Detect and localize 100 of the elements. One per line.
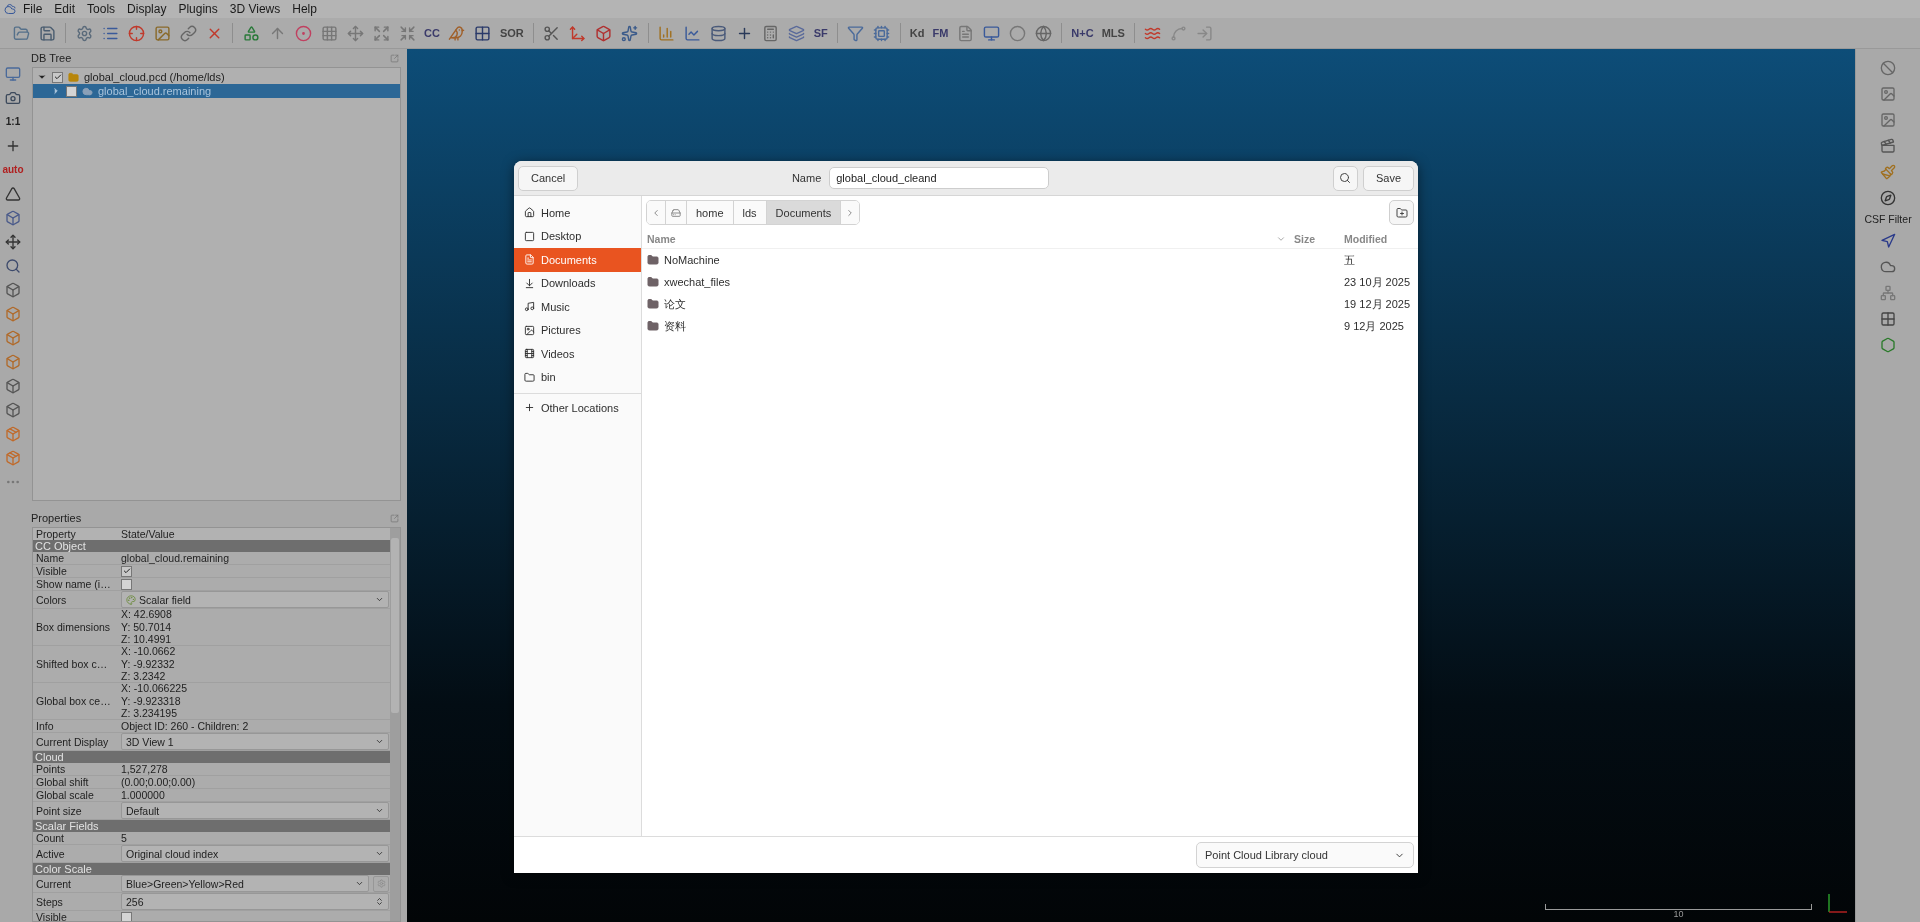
menu-item[interactable]: File bbox=[18, 2, 48, 16]
file-row[interactable]: NoMachine 五 bbox=[642, 249, 1418, 271]
checkbox[interactable] bbox=[121, 911, 132, 921]
property-name: Count bbox=[35, 832, 66, 844]
home-icon bbox=[524, 207, 535, 219]
toolbar-button[interactable]: Kd bbox=[907, 22, 927, 44]
dropdown[interactable]: Default bbox=[121, 802, 389, 819]
property-name: Current bbox=[35, 877, 72, 890]
menu-item[interactable]: Plugins bbox=[173, 2, 223, 16]
plus-icon bbox=[524, 402, 535, 414]
checkbox[interactable] bbox=[66, 85, 77, 97]
new-folder-button[interactable] bbox=[1389, 200, 1414, 225]
name-field[interactable]: global_cloud_cleand bbox=[829, 167, 1050, 189]
property-name: Colors bbox=[35, 593, 68, 606]
places-item[interactable]: Videos bbox=[514, 342, 641, 366]
places-item[interactable]: Home bbox=[514, 201, 641, 225]
desktop-icon bbox=[524, 230, 535, 242]
section-title: CC Object bbox=[35, 540, 86, 552]
property-name: Visible bbox=[35, 911, 68, 921]
column-header[interactable]: Modified bbox=[1344, 232, 1418, 245]
undock-icon[interactable] bbox=[390, 513, 399, 523]
document-icon bbox=[524, 254, 535, 266]
property-name: Info bbox=[35, 720, 55, 732]
menu-item[interactable]: Edit bbox=[49, 2, 81, 16]
caret-icon bbox=[355, 879, 364, 888]
places-item[interactable]: Other Locations bbox=[514, 396, 641, 420]
places-item[interactable]: bin bbox=[514, 365, 641, 389]
expand-arrow-icon[interactable] bbox=[51, 86, 61, 96]
dropdown[interactable]: Scalar field bbox=[121, 591, 389, 608]
places-item[interactable]: Downloads bbox=[514, 271, 641, 295]
places-item[interactable]: Pictures bbox=[514, 318, 641, 342]
caret-icon bbox=[375, 595, 384, 604]
settings-button[interactable] bbox=[373, 875, 389, 892]
save-button[interactable]: Save bbox=[1362, 165, 1414, 191]
checkbox[interactable] bbox=[52, 71, 63, 83]
undock-icon[interactable] bbox=[390, 53, 399, 63]
dropdown[interactable]: Blue>Green>Yellow>Red bbox=[121, 875, 369, 892]
places-item[interactable]: Music bbox=[514, 295, 641, 319]
cloud-icon bbox=[82, 85, 93, 97]
toolbar-button[interactable]: SOR bbox=[497, 22, 526, 44]
toolbar-button[interactable]: 1:1 bbox=[5, 111, 21, 132]
3d-view[interactable] bbox=[407, 49, 1855, 922]
property-value: Y: 50.7014 bbox=[121, 620, 173, 634]
music-icon bbox=[524, 301, 535, 313]
section-title: Cloud bbox=[35, 751, 64, 763]
path-button[interactable]: Documents bbox=[766, 201, 842, 224]
toolbar-button[interactable]: SF bbox=[811, 22, 830, 44]
property-name: Box dimensions bbox=[35, 621, 112, 633]
property-value: X: -10.066225 bbox=[121, 681, 188, 695]
path-button[interactable]: home bbox=[687, 201, 734, 224]
file-date: 19 12月 2025 bbox=[1344, 296, 1412, 312]
property-name: Shifted box c… bbox=[35, 658, 109, 670]
property-name: Point size bbox=[35, 804, 83, 817]
tree-item-label: global_cloud.pcd (/home/lds) bbox=[84, 71, 225, 83]
property-name: Global shift bbox=[35, 776, 90, 788]
toolbar-button[interactable]: CSF Filter bbox=[1864, 213, 1912, 225]
file-row[interactable]: 论文 19 12月 2025 bbox=[642, 293, 1418, 315]
column-header[interactable]: Size bbox=[1294, 232, 1344, 245]
tree-item[interactable]: global_cloud.pcd (/home/lds) bbox=[33, 70, 400, 84]
spin-box[interactable]: 256 bbox=[121, 893, 389, 910]
folder-icon bbox=[68, 71, 79, 83]
dropdown[interactable]: Original cloud index bbox=[121, 845, 389, 862]
menu-item[interactable]: 3D Views bbox=[224, 2, 286, 16]
checkbox[interactable] bbox=[121, 578, 132, 590]
folder-icon bbox=[647, 276, 659, 288]
menu-item[interactable]: Tools bbox=[82, 2, 121, 16]
column-header[interactable]: Name bbox=[642, 232, 1276, 245]
search-icon bbox=[1339, 172, 1352, 184]
file-row[interactable]: xwechat_files 23 10月 2025 bbox=[642, 271, 1418, 293]
tree-item-label: global_cloud.remaining bbox=[98, 85, 212, 97]
image-icon bbox=[524, 324, 535, 336]
property-name: Steps bbox=[35, 895, 64, 908]
search-button[interactable] bbox=[1332, 165, 1358, 191]
places-item[interactable]: Desktop bbox=[514, 224, 641, 248]
property-name: Show name (i… bbox=[35, 578, 112, 590]
column-header: Property bbox=[35, 528, 77, 540]
cancel-button[interactable]: Cancel bbox=[518, 165, 579, 191]
file-type-dropdown[interactable]: Point Cloud Library cloud bbox=[1196, 842, 1414, 868]
toolbar-button[interactable]: N+C bbox=[1069, 22, 1096, 44]
panel-title: Properties bbox=[31, 512, 82, 524]
toolbar-button[interactable]: CC bbox=[422, 22, 442, 44]
menu-item[interactable]: Help bbox=[287, 2, 322, 16]
scrollbar[interactable] bbox=[390, 528, 400, 921]
file-row[interactable]: 资料 9 12月 2025 bbox=[642, 315, 1418, 337]
toolbar-button[interactable]: FM bbox=[930, 22, 951, 44]
checkbox[interactable] bbox=[121, 565, 132, 577]
folder-icon bbox=[647, 320, 659, 332]
property-value: 5 bbox=[121, 832, 128, 844]
property-value: 1.000000 bbox=[121, 789, 166, 801]
file-date: 23 10月 2025 bbox=[1344, 274, 1412, 290]
menu-item[interactable]: Display bbox=[122, 2, 172, 16]
toolbar-button[interactable]: MLS bbox=[1099, 22, 1127, 44]
property-name: Visible bbox=[35, 565, 68, 577]
dropdown[interactable]: 3D View 1 bbox=[121, 733, 389, 750]
download-icon bbox=[524, 277, 535, 289]
path-button[interactable]: lds bbox=[733, 201, 767, 224]
collapse-arrow-icon[interactable] bbox=[37, 72, 47, 82]
spin-arrows-icon bbox=[375, 897, 384, 906]
places-item[interactable]: Documents bbox=[514, 248, 641, 272]
property-name: Current Display bbox=[35, 735, 110, 748]
